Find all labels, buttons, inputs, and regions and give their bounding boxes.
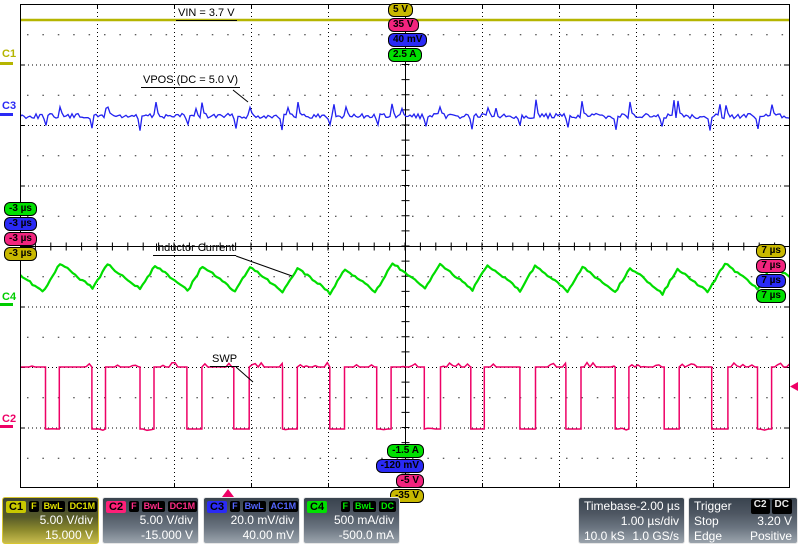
cursor-left-c3-pill[interactable]: -3 µs [4, 217, 37, 231]
top-value-c2-pill: 35 V [388, 18, 419, 32]
cursor-right-c4-pill[interactable]: 7 µs [756, 289, 786, 303]
trigger-box[interactable]: Trigger C2 DC Stop 3.20 V Edge Positive [688, 497, 798, 544]
c3-offset: 40.00 mV [242, 528, 294, 542]
c3-bwl-badge: BwL [242, 501, 266, 512]
c3-volts-per-div: 20.0 mV/div [230, 513, 294, 527]
trigger-level: 3.20 V [757, 514, 792, 528]
channel-box-c3[interactable]: C3 F BwL AC1M 20.0 mV/div 40.00 mV [203, 497, 300, 544]
bottom-value-c2-pill: -5 V [395, 474, 424, 488]
c1-offset: 15.000 V [44, 528, 93, 542]
oscilloscope-screen: { "grid": {"x":20,"y":4,"w":770,"h":484,… [0, 0, 800, 547]
c3-coupling-badge: AC1M [268, 501, 299, 512]
c1-zero-label[interactable]: C1 [2, 49, 16, 60]
c2-zero-marker[interactable] [0, 425, 13, 428]
channel-box-c4[interactable]: C4 F BwL DC 500 mA/div -500.0 mA [303, 497, 400, 544]
c3-channel-badge: C3 [207, 500, 228, 513]
vin-label: VIN = 3.7 V [176, 7, 237, 21]
timebase-delay: -2.00 µs [636, 499, 680, 513]
timebase-box[interactable]: Timebase -2.00 µs 1.00 µs/div 10.0 kS 1.… [578, 497, 685, 544]
c1-zero-marker[interactable] [0, 62, 13, 65]
c2-volts-per-div: 5.00 V/div [139, 513, 193, 527]
c1-filter-badge: F [29, 501, 39, 512]
cursor-right-c2-pill[interactable]: 7 µs [756, 259, 786, 273]
c4-channel-badge: C4 [307, 500, 328, 513]
trigger-mode: Stop [694, 514, 719, 528]
channel-box-c2[interactable]: C2 F BwL DC1M 5.00 V/div -15.000 V [102, 497, 199, 544]
top-edge-readouts: 5 V 35 V 40 mV 2.5 A [388, 3, 428, 62]
top-value-c1-pill: 5 V [388, 3, 414, 17]
cursor-right-c3-pill[interactable]: 7 µs [756, 274, 786, 288]
c2-offset: -15.000 V [140, 528, 193, 542]
c1-channel-badge: C1 [6, 500, 27, 513]
swp-label: SWP [210, 353, 240, 367]
c4-offset: -500.0 mA [338, 528, 394, 542]
timebase-title: Timebase [584, 499, 637, 513]
c4-zero-label[interactable]: C4 [2, 292, 16, 303]
timebase-scale: 1.00 µs/div [620, 514, 679, 528]
c2-coupling-badge: DC1M [167, 501, 198, 512]
c2-bwl-badge: BwL [141, 501, 165, 512]
c3-zero-label[interactable]: C3 [2, 101, 16, 112]
c4-filter-badge: F [340, 501, 350, 512]
timebase-samples: 10.0 kS [584, 529, 625, 543]
c2-swp-trace [21, 361, 789, 432]
cursor-left-c4-pill[interactable]: -3 µs [4, 202, 37, 216]
left-cursor-readouts: -3 µs -3 µs -3 µs -3 µs [4, 202, 37, 261]
c2-filter-badge: F [129, 501, 139, 512]
inductor-label: Inductor Current [153, 242, 237, 256]
bottom-value-c4-pill: -1.5 A [387, 444, 424, 458]
trigger-coupling-badge: DC [771, 499, 792, 514]
c2-zero-label[interactable]: C2 [2, 414, 16, 425]
right-cursor-readouts: 7 µs 7 µs 7 µs 7 µs [756, 244, 786, 303]
trigger-title: Trigger [694, 499, 732, 513]
c1-volts-per-div: 5.00 V/div [39, 513, 93, 527]
c3-filter-badge: F [230, 501, 240, 512]
bottom-edge-readouts: -1.5 A -120 mV -5 V -35 V [310, 444, 424, 503]
channel-box-c1[interactable]: C1 F BwL DC1M 5.00 V/div 15.000 V [2, 497, 99, 544]
trigger-slope: Positive [749, 529, 792, 543]
c1-coupling-badge: DC1M [67, 501, 98, 512]
top-value-c3-pill: 40 mV [388, 33, 428, 47]
c4-bwl-badge: BwL [353, 501, 376, 512]
c4-zero-marker[interactable] [0, 303, 13, 306]
c2-channel-badge: C2 [106, 500, 127, 513]
c4-amps-per-div: 500 mA/div [333, 513, 394, 527]
trigger-source-badge: C2 [750, 499, 770, 514]
c3-zero-marker[interactable] [0, 113, 13, 116]
c4-coupling-badge: DC [379, 501, 396, 512]
vpos-label: VPOS (DC = 5.0 V) [141, 74, 241, 88]
cursor-left-c1-pill[interactable]: -3 µs [4, 247, 37, 261]
cursor-left-c2-pill[interactable]: -3 µs [4, 232, 37, 246]
bottom-value-c3-pill: -120 mV [375, 459, 424, 473]
trigger-type: Edge [694, 529, 723, 543]
timebase-rate: 1.0 GS/s [632, 529, 679, 543]
cursor-right-c1-pill[interactable]: 7 µs [756, 244, 786, 258]
top-value-c4-pill: 2.5 A [388, 48, 422, 62]
c1-bwl-badge: BwL [41, 501, 65, 512]
